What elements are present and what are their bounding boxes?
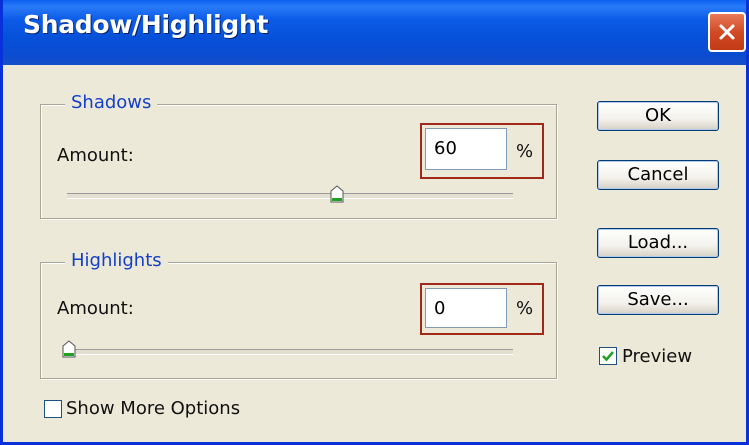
save-button[interactable]: Save...: [597, 285, 719, 315]
highlights-slider-thumb-icon[interactable]: [62, 340, 76, 358]
show-more-options-label[interactable]: Show More Options: [66, 398, 240, 420]
shadow-highlight-dialog: Shadow/Highlight Shadows Amount: 60 % Hi…: [0, 0, 749, 445]
cancel-button[interactable]: Cancel: [597, 160, 719, 190]
highlights-legend: Highlights: [65, 250, 168, 272]
preview-label[interactable]: Preview: [622, 346, 692, 368]
shadows-legend: Shadows: [65, 92, 158, 114]
shadows-percent-unit: %: [516, 141, 534, 162]
shadows-amount-label: Amount:: [57, 145, 134, 166]
shadows-slider-thumb-icon[interactable]: [330, 185, 344, 203]
preview-checkbox[interactable]: [599, 347, 617, 365]
highlights-slider-track[interactable]: [67, 349, 513, 355]
shadows-slider-track[interactable]: [67, 193, 513, 199]
highlights-percent-unit: %: [516, 298, 534, 319]
shadows-amount-input[interactable]: 60: [425, 128, 507, 170]
load-button[interactable]: Load...: [597, 228, 719, 258]
window-title: Shadow/Highlight: [23, 10, 269, 39]
ok-button[interactable]: OK: [597, 101, 719, 131]
checkmark-icon: [602, 351, 614, 362]
show-more-options-checkbox[interactable]: [44, 400, 62, 418]
close-button[interactable]: [708, 12, 746, 52]
highlights-amount-input[interactable]: 0: [425, 288, 507, 328]
highlights-amount-label: Amount:: [57, 298, 134, 319]
title-bar[interactable]: Shadow/Highlight: [3, 0, 746, 65]
close-icon: [719, 24, 735, 40]
